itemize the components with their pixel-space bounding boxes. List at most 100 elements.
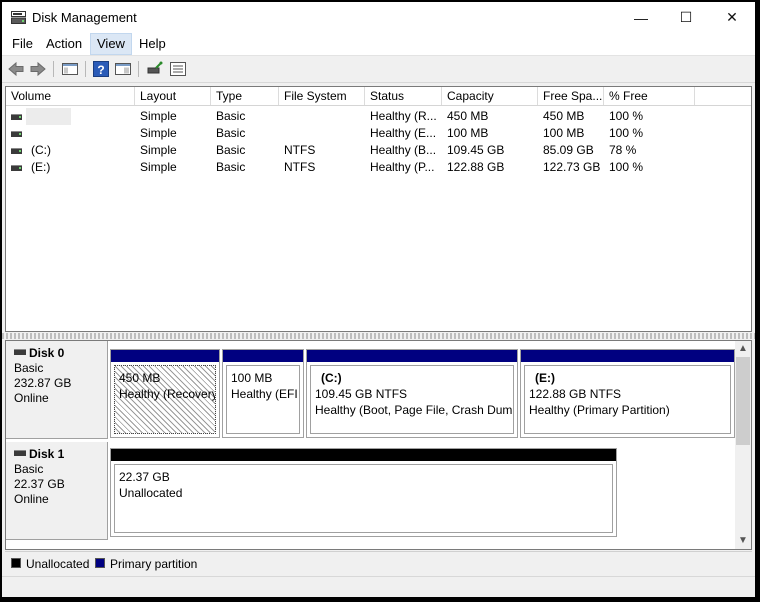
partition-c[interactable]: (C:) 109.45 GB NTFS Healthy (Boot, Page …: [306, 349, 518, 438]
partition-size: 109.45 GB NTFS: [315, 387, 408, 401]
status-bar: [2, 576, 755, 597]
partition-e[interactable]: (E:) 122.88 GB NTFS Healthy (Primary Par…: [520, 349, 735, 438]
column-header-free-space[interactable]: Free Spa...: [538, 87, 604, 105]
volume-capacity: 100 MB: [447, 126, 489, 140]
volume-type: Basic: [216, 126, 246, 140]
scrollbar-thumb[interactable]: [736, 357, 750, 445]
menu-action[interactable]: Action: [40, 33, 88, 55]
close-button[interactable]: ✕: [709, 2, 755, 33]
volume-status: Healthy (E...: [370, 126, 437, 140]
vertical-scrollbar[interactable]: ▲ ▼: [735, 341, 751, 549]
menu-file[interactable]: File: [6, 33, 39, 55]
volume-type: Basic: [216, 143, 246, 157]
partition-status: Unallocated: [119, 486, 183, 500]
column-header-capacity[interactable]: Capacity: [442, 87, 538, 105]
partition-size: 450 MB: [119, 371, 161, 385]
close-icon: ✕: [726, 9, 738, 25]
partition-body: (C:) 109.45 GB NTFS Healthy (Boot, Page …: [310, 365, 514, 434]
back-arrow-icon[interactable]: [7, 60, 25, 78]
volume-type: Basic: [216, 109, 246, 123]
partition-size: 122.88 GB NTFS: [529, 387, 622, 401]
window-title: Disk Management: [32, 10, 137, 25]
disk-icon: [14, 449, 26, 456]
disk-name: Disk 1: [29, 447, 65, 461]
volume-status: Healthy (R...: [370, 109, 437, 123]
column-header-file-system[interactable]: File System: [279, 87, 365, 105]
column-header-status[interactable]: Status: [365, 87, 442, 105]
partition-color-bar: [223, 350, 303, 362]
partition-size: 22.37 GB: [119, 470, 170, 484]
volume-icon: [11, 114, 22, 120]
volume-list-header: Volume Layout Type File System Status Ca…: [6, 87, 751, 106]
volume-status: Healthy (P...: [370, 160, 435, 174]
toolbar-separator: [138, 61, 139, 77]
partition-recovery[interactable]: 450 MB Healthy (Recovery: [110, 349, 220, 438]
partition-status: Healthy (Boot, Page File, Crash Dump: [315, 403, 514, 417]
volume-icon: [11, 131, 22, 137]
disk-icon: [14, 348, 26, 355]
partition-efi[interactable]: 100 MB Healthy (EFI S: [222, 349, 304, 438]
partition-body: 450 MB Healthy (Recovery: [114, 365, 216, 434]
scroll-down-icon[interactable]: ▼: [735, 533, 751, 549]
volume-icon: [11, 165, 22, 171]
volume-percent-free: 78 %: [609, 143, 637, 157]
volume-layout: Simple: [140, 109, 177, 123]
volume-percent-free: 100 %: [609, 160, 644, 174]
column-header-layout[interactable]: Layout: [135, 87, 211, 105]
volume-layout: Simple: [140, 160, 177, 174]
volume-capacity: 109.45 GB: [447, 143, 505, 157]
volume-percent-free: 100 %: [609, 126, 644, 140]
partition-body: 22.37 GB Unallocated: [114, 464, 613, 533]
volume-icon: [11, 148, 22, 154]
menu-help[interactable]: Help: [133, 33, 172, 55]
disk-state: Online: [14, 492, 49, 506]
partition-label: (E:): [535, 371, 555, 385]
volume-free-space: 85.09 GB: [543, 143, 594, 157]
minimize-button[interactable]: —: [618, 2, 664, 33]
volume-percent-free: 100 %: [609, 109, 644, 123]
scroll-up-icon[interactable]: ▲: [735, 341, 751, 357]
partition-color-bar: [307, 350, 517, 362]
volume-row[interactable]: Simple Basic Healthy (R... 450 MB 450 MB…: [6, 108, 751, 125]
disk-state: Online: [14, 391, 49, 405]
disk-name: Disk 0: [29, 346, 65, 360]
volume-layout: Simple: [140, 143, 177, 157]
volume-row[interactable]: (E:) Simple Basic NTFS Healthy (P... 122…: [6, 159, 751, 176]
console-tree-icon[interactable]: [61, 60, 79, 78]
volume-row[interactable]: Simple Basic Healthy (E... 100 MB 100 MB…: [6, 125, 751, 142]
disk-connect-icon[interactable]: [146, 60, 164, 78]
partition-label: (C:): [321, 371, 342, 385]
toolbar: ?: [2, 56, 755, 83]
pane-splitter[interactable]: [2, 333, 755, 339]
toolbar-separator: [53, 61, 54, 77]
volume-capacity: 122.88 GB: [447, 160, 505, 174]
partition-size: 100 MB: [231, 371, 273, 385]
menu-bar: File Action View Help: [2, 33, 755, 56]
disk-1-label[interactable]: Disk 1 Basic 22.37 GB Online: [6, 442, 108, 540]
partition-unallocated[interactable]: 22.37 GB Unallocated: [110, 448, 617, 537]
maximize-button[interactable]: ☐: [663, 2, 709, 33]
disk-management-app-icon: [11, 11, 26, 24]
disk-size: 22.37 GB: [14, 477, 65, 491]
partition-body: (E:) 122.88 GB NTFS Healthy (Primary Par…: [524, 365, 731, 434]
legend-unallocated: Unallocated: [26, 557, 90, 571]
volume-name: [26, 108, 71, 125]
properties-icon[interactable]: [114, 60, 132, 78]
disk-0-label[interactable]: Disk 0 Basic 232.87 GB Online: [6, 341, 108, 439]
volume-file-system: NTFS: [284, 143, 316, 157]
menu-view[interactable]: View: [90, 33, 132, 55]
title-bar: Disk Management — ☐ ✕: [2, 2, 755, 33]
column-header-type[interactable]: Type: [211, 87, 279, 105]
volume-row[interactable]: (C:) Simple Basic NTFS Healthy (B... 109…: [6, 142, 751, 159]
disk-graphical-view: Disk 0 Basic 232.87 GB Online 450 MB Hea…: [5, 340, 752, 550]
volume-status: Healthy (B...: [370, 143, 437, 157]
legend: Unallocated Primary partition: [5, 551, 752, 576]
volume-type: Basic: [216, 160, 246, 174]
column-header-percent-free[interactable]: % Free: [604, 87, 695, 105]
partition-status: Healthy (Primary Partition): [529, 403, 670, 417]
column-header-volume[interactable]: Volume: [6, 87, 135, 105]
help-icon[interactable]: ?: [92, 60, 110, 78]
volume-name: (C:): [31, 143, 51, 157]
details-icon[interactable]: [169, 60, 187, 78]
forward-arrow-icon[interactable]: [29, 60, 47, 78]
